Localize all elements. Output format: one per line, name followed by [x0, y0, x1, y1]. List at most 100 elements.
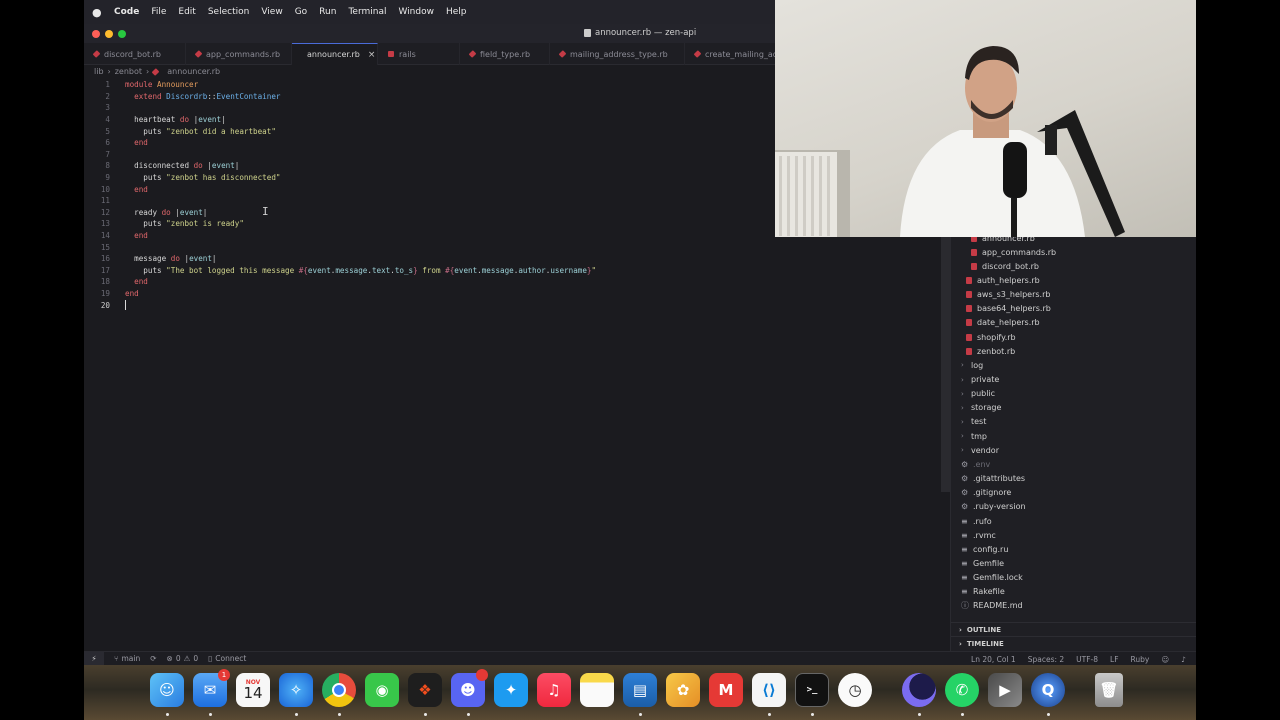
tree-item[interactable]: ≡ .rvmc	[961, 528, 996, 542]
tree-item[interactable]: ≡ config.ru	[961, 542, 1008, 556]
vscode-icon[interactable]: ⟨⟩	[752, 673, 786, 707]
info-icon: ⓘ	[961, 601, 969, 611]
breadcrumb-zenbot[interactable]: zenbot	[115, 67, 142, 76]
problems-indicator[interactable]: ⊗ 0 ⚠ 0	[167, 654, 199, 663]
menu-app-name[interactable]: Code	[114, 7, 139, 17]
text-file-icon: ≡	[961, 530, 968, 540]
tree-item[interactable]: › tmp	[961, 429, 987, 443]
tab-discord-bot[interactable]: discord_bot.rb	[84, 43, 186, 65]
editor-scrollbar[interactable]	[941, 237, 950, 492]
tree-item[interactable]: ≡ Rakefile	[961, 585, 1005, 599]
tree-item[interactable]: › private	[961, 373, 999, 387]
tree-item-label: app_commands.rb	[982, 247, 1057, 257]
tab-announcer[interactable]: announcer.rb ×	[292, 43, 378, 65]
mimestream-icon[interactable]: M	[709, 673, 743, 707]
remote-indicator-icon[interactable]: ⚡	[84, 651, 104, 666]
language-mode[interactable]: Ruby	[1131, 655, 1150, 664]
outline-panel-header[interactable]: › OUTLINE	[951, 622, 1196, 636]
twitter-icon[interactable]: ✦	[494, 673, 528, 707]
menu-help[interactable]: Help	[446, 7, 467, 17]
tree-item[interactable]: discord_bot.rb	[971, 259, 1039, 273]
indentation[interactable]: Spaces: 2	[1028, 655, 1064, 664]
menu-run[interactable]: Run	[319, 7, 336, 17]
terminal-icon[interactable]: >_	[795, 673, 829, 707]
safari-icon[interactable]: ✧	[279, 673, 313, 707]
minimize-window-button[interactable]	[105, 30, 113, 38]
tree-item-label: storage	[971, 403, 1002, 413]
text-file-icon: ≡	[961, 558, 968, 568]
menu-selection[interactable]: Selection	[208, 7, 249, 17]
menu-go[interactable]: Go	[295, 7, 307, 17]
archive-utility-icon[interactable]: ▤	[623, 673, 657, 707]
timeline-panel-header[interactable]: › TIMELINE	[951, 636, 1196, 650]
connect-button[interactable]: ▯ Connect	[208, 654, 246, 663]
tree-item[interactable]: shopify.rb	[966, 330, 1016, 344]
tableplus-icon[interactable]: ✿	[666, 673, 700, 707]
tab-app-commands[interactable]: app_commands.rb	[186, 43, 292, 65]
tree-item[interactable]: ⚙ .env	[961, 457, 990, 471]
claquette-icon[interactable]: ▶	[988, 673, 1022, 707]
feedback-icon[interactable]: ☺	[1161, 655, 1169, 664]
breadcrumb: lib › zenbot › announcer.rb	[94, 67, 220, 76]
tree-item[interactable]: › public	[961, 387, 995, 401]
sync-button[interactable]: ⟳	[150, 654, 156, 663]
tree-item[interactable]: app_commands.rb	[971, 245, 1056, 259]
encoding[interactable]: UTF-8	[1076, 655, 1098, 664]
tree-item[interactable]: zenbot.rb	[966, 344, 1015, 358]
code-line: 19 end	[84, 288, 944, 300]
messages-icon[interactable]: ◉	[365, 673, 399, 707]
line-ending[interactable]: LF	[1110, 655, 1119, 664]
tree-item[interactable]: ⓘ README.md	[961, 599, 1023, 613]
zoom-window-button[interactable]	[118, 30, 126, 38]
tree-item[interactable]: date_helpers.rb	[966, 316, 1040, 330]
calendar-icon[interactable]: NOV 14	[236, 673, 270, 707]
tree-item-label: base64_helpers.rb	[977, 304, 1051, 314]
menu-terminal[interactable]: Terminal	[348, 7, 386, 17]
chrome-icon[interactable]	[322, 673, 356, 707]
menu-file[interactable]: File	[151, 7, 166, 17]
tree-item[interactable]: › vendor	[961, 443, 999, 457]
tree-item[interactable]: ⚙ .ruby-version	[961, 500, 1026, 514]
tree-item-label: date_helpers.rb	[977, 318, 1040, 328]
breadcrumb-file[interactable]: announcer.rb	[167, 67, 220, 76]
tab-rails[interactable]: rails	[378, 43, 460, 65]
calendar-day: 14	[243, 684, 263, 702]
running-indicator	[639, 713, 642, 716]
ruby-file-icon	[468, 50, 477, 58]
tree-item[interactable]: › test	[961, 415, 986, 429]
figma-icon[interactable]: ❖	[408, 673, 442, 707]
quicktime-icon[interactable]: Q	[1031, 673, 1065, 707]
tree-item[interactable]: ⚙ .gitattributes	[961, 472, 1025, 486]
whatsapp-icon[interactable]: ✆	[945, 673, 979, 707]
tree-item[interactable]: aws_s3_helpers.rb	[966, 288, 1050, 302]
tree-item[interactable]: ⚙ .gitignore	[961, 486, 1011, 500]
music-icon[interactable]: ♫	[537, 673, 571, 707]
tree-item[interactable]: › log	[961, 358, 983, 372]
tree-item[interactable]: › storage	[961, 401, 1001, 415]
webcam-person-image	[775, 46, 1125, 237]
notes-icon[interactable]	[580, 673, 614, 707]
apple-icon[interactable]: ●	[92, 6, 102, 19]
branch-indicator[interactable]: ⑂ main	[114, 654, 140, 663]
breadcrumb-lib[interactable]: lib	[94, 67, 104, 76]
close-window-button[interactable]	[92, 30, 100, 38]
menu-view[interactable]: View	[261, 7, 282, 17]
tab-label: announcer.rb	[307, 50, 360, 59]
tree-item[interactable]: ≡ .rufo	[961, 514, 992, 528]
menu-edit[interactable]: Edit	[178, 7, 195, 17]
tree-item[interactable]: base64_helpers.rb	[966, 302, 1051, 316]
tree-item[interactable]: auth_helpers.rb	[966, 273, 1040, 287]
tab-mailing-address-type[interactable]: mailing_address_type.rb	[550, 43, 685, 65]
screen-recorder-icon[interactable]	[902, 673, 936, 707]
trash-icon[interactable]: 🗑	[1095, 673, 1123, 707]
code-line: 15	[84, 241, 944, 253]
cursor-position[interactable]: Ln 20, Col 1	[971, 655, 1016, 664]
clock-icon[interactable]: ◷	[838, 673, 872, 707]
tab-field-type[interactable]: field_type.rb	[460, 43, 550, 65]
menu-window[interactable]: Window	[398, 7, 434, 17]
tree-item[interactable]: ≡ Gemfile	[961, 556, 1004, 570]
bell-icon[interactable]: ♪	[1181, 655, 1186, 664]
close-tab-icon[interactable]: ×	[368, 50, 376, 60]
tree-item[interactable]: ≡ Gemfile.lock	[961, 571, 1023, 585]
finder-icon[interactable]: ☺	[150, 673, 184, 707]
